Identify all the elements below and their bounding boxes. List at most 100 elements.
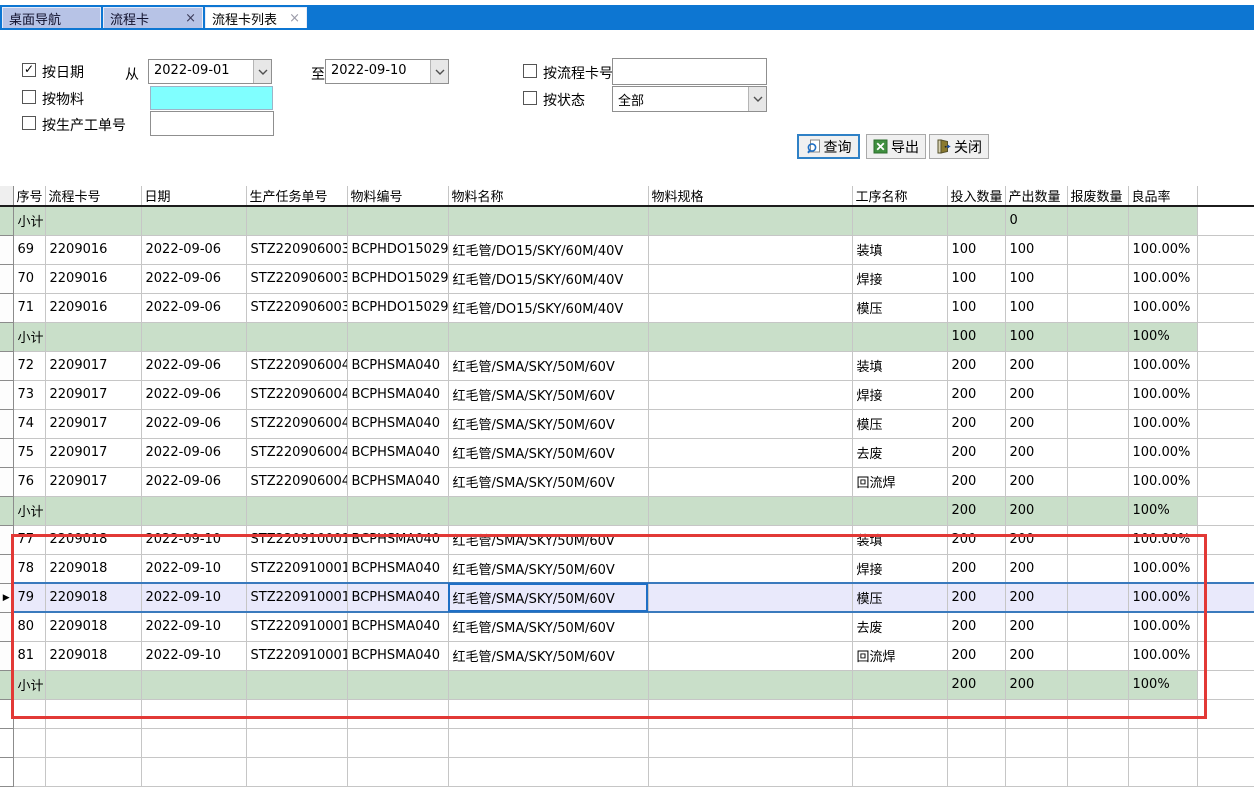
cell[interactable]: 100.00% bbox=[1128, 612, 1197, 641]
column-header[interactable]: 产出数量 bbox=[1005, 186, 1067, 206]
cell[interactable]: 81 bbox=[13, 641, 45, 670]
cell[interactable]: 200 bbox=[1005, 351, 1067, 380]
column-header[interactable]: 物料名称 bbox=[448, 186, 648, 206]
cell[interactable]: 模压 bbox=[852, 293, 947, 322]
cell[interactable] bbox=[1067, 351, 1128, 380]
cell[interactable]: BCPHSMA040 bbox=[347, 583, 448, 612]
column-header[interactable]: 流程卡号 bbox=[45, 186, 141, 206]
cell[interactable]: 红毛管/SMA/SKY/50M/60V bbox=[448, 409, 648, 438]
cell[interactable]: 红毛管/DO15/SKY/60M/40V bbox=[448, 293, 648, 322]
cell[interactable]: 2209017 bbox=[45, 380, 141, 409]
cell[interactable]: BCPHSMA040 bbox=[347, 612, 448, 641]
cell[interactable]: 100.00% bbox=[1128, 409, 1197, 438]
cell[interactable] bbox=[648, 467, 852, 496]
cell[interactable]: 去废 bbox=[852, 438, 947, 467]
cell[interactable]: 77 bbox=[13, 525, 45, 554]
cell[interactable]: BCPHSMA040 bbox=[347, 467, 448, 496]
cell[interactable]: 100.00% bbox=[1128, 525, 1197, 554]
cell[interactable] bbox=[648, 554, 852, 583]
cell[interactable]: 100.00% bbox=[1128, 351, 1197, 380]
row-selector[interactable] bbox=[0, 206, 13, 235]
cell[interactable]: 200 bbox=[947, 583, 1005, 612]
cell[interactable]: 100.00% bbox=[1128, 264, 1197, 293]
cell[interactable] bbox=[1067, 641, 1128, 670]
row-selector[interactable] bbox=[0, 409, 13, 438]
cell[interactable]: STZ220910001 bbox=[246, 583, 347, 612]
cell[interactable]: 回流焊 bbox=[852, 467, 947, 496]
cell[interactable]: 200 bbox=[1005, 380, 1067, 409]
cell[interactable]: 2022-09-10 bbox=[141, 612, 246, 641]
by-material-checkbox[interactable]: ✓ bbox=[22, 90, 36, 104]
close-icon[interactable]: × bbox=[185, 12, 196, 25]
tab-desktop-nav[interactable]: 桌面导航 bbox=[2, 7, 101, 28]
column-header[interactable]: 生产任务单号 bbox=[246, 186, 347, 206]
cell[interactable]: STZ220906004 bbox=[246, 438, 347, 467]
cell[interactable] bbox=[648, 438, 852, 467]
cell[interactable] bbox=[1067, 409, 1128, 438]
cell[interactable]: 100.00% bbox=[1128, 641, 1197, 670]
cell[interactable] bbox=[648, 612, 852, 641]
cell[interactable]: 76 bbox=[13, 467, 45, 496]
tab-process-card-list[interactable]: 流程卡列表 × bbox=[205, 7, 307, 28]
material-input[interactable] bbox=[150, 86, 273, 110]
cell[interactable]: 红毛管/SMA/SKY/50M/60V bbox=[448, 467, 648, 496]
cell[interactable]: 200 bbox=[1005, 438, 1067, 467]
cell[interactable]: 200 bbox=[947, 467, 1005, 496]
row-selector[interactable] bbox=[0, 641, 13, 670]
cell[interactable]: 100.00% bbox=[1128, 583, 1197, 612]
row-selector[interactable] bbox=[0, 554, 13, 583]
cell[interactable]: 200 bbox=[947, 612, 1005, 641]
tab-process-card[interactable]: 流程卡 × bbox=[103, 7, 203, 28]
cell[interactable]: BCPHSMA040 bbox=[347, 525, 448, 554]
cell[interactable]: 2209018 bbox=[45, 641, 141, 670]
cell[interactable] bbox=[648, 583, 852, 612]
cell[interactable]: 焊接 bbox=[852, 380, 947, 409]
cell[interactable]: 2022-09-06 bbox=[141, 264, 246, 293]
by-status-checkbox[interactable]: ✓ bbox=[523, 91, 537, 105]
cell[interactable]: 模压 bbox=[852, 583, 947, 612]
cell[interactable]: 2209016 bbox=[45, 235, 141, 264]
cell[interactable]: 红毛管/SMA/SKY/50M/60V bbox=[448, 554, 648, 583]
cell[interactable]: 红毛管/SMA/SKY/50M/60V bbox=[448, 525, 648, 554]
cell[interactable]: 200 bbox=[947, 351, 1005, 380]
cell[interactable]: STZ220906004 bbox=[246, 409, 347, 438]
cell[interactable]: 100.00% bbox=[1128, 293, 1197, 322]
column-header[interactable]: 报废数量 bbox=[1067, 186, 1128, 206]
cell[interactable]: 71 bbox=[13, 293, 45, 322]
close-icon[interactable]: × bbox=[289, 12, 300, 25]
row-selector[interactable] bbox=[0, 235, 13, 264]
cell[interactable]: STZ220910001 bbox=[246, 612, 347, 641]
cell[interactable] bbox=[1067, 612, 1128, 641]
cell[interactable] bbox=[1067, 264, 1128, 293]
cell[interactable] bbox=[1067, 525, 1128, 554]
cell[interactable] bbox=[648, 641, 852, 670]
cell[interactable]: 100.00% bbox=[1128, 438, 1197, 467]
row-selector[interactable] bbox=[0, 293, 13, 322]
cell[interactable]: STZ220906003 bbox=[246, 293, 347, 322]
cell[interactable]: 200 bbox=[947, 380, 1005, 409]
cell[interactable]: 72 bbox=[13, 351, 45, 380]
cell[interactable]: 红毛管/SMA/SKY/50M/60V bbox=[448, 438, 648, 467]
cell[interactable]: BCPHSMA040 bbox=[347, 351, 448, 380]
cell[interactable] bbox=[1067, 438, 1128, 467]
cell[interactable]: STZ220906003 bbox=[246, 235, 347, 264]
cell[interactable] bbox=[1067, 293, 1128, 322]
cell[interactable]: 2022-09-06 bbox=[141, 467, 246, 496]
cell[interactable]: 75 bbox=[13, 438, 45, 467]
cell[interactable]: 100 bbox=[1005, 264, 1067, 293]
cell[interactable] bbox=[648, 380, 852, 409]
cell[interactable]: STZ220906003 bbox=[246, 264, 347, 293]
cell[interactable] bbox=[1067, 380, 1128, 409]
cell[interactable]: 78 bbox=[13, 554, 45, 583]
row-selector[interactable] bbox=[0, 351, 13, 380]
cell[interactable]: 2209018 bbox=[45, 583, 141, 612]
cell[interactable]: 2022-09-10 bbox=[141, 554, 246, 583]
cell[interactable]: 2022-09-06 bbox=[141, 438, 246, 467]
cell[interactable]: 焊接 bbox=[852, 554, 947, 583]
cell[interactable]: 2209018 bbox=[45, 525, 141, 554]
status-combo[interactable]: 全部 bbox=[612, 86, 767, 112]
cell[interactable]: 100 bbox=[947, 235, 1005, 264]
cell[interactable]: 2022-09-10 bbox=[141, 583, 246, 612]
cell[interactable]: STZ220910001 bbox=[246, 554, 347, 583]
cell[interactable]: 2022-09-10 bbox=[141, 525, 246, 554]
